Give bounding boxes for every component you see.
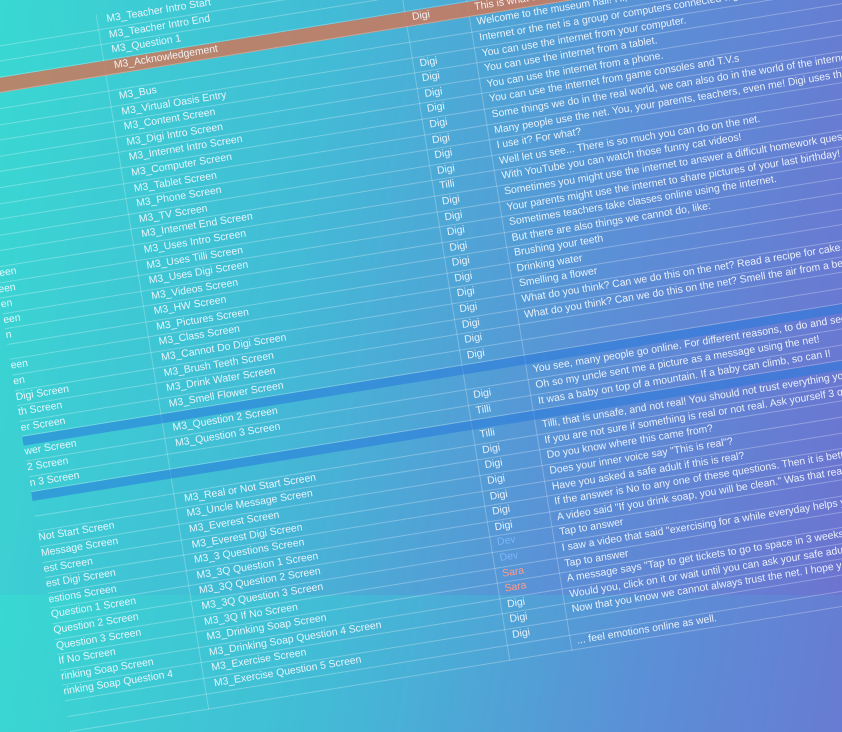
spreadsheet-rows: M3_Teacher Intro StartTilliThank you for…: [0, 0, 842, 732]
spreadsheet: M3_Teacher Intro StartTilliThank you for…: [0, 0, 842, 732]
column-a-cell[interactable]: [0, 19, 66, 37]
